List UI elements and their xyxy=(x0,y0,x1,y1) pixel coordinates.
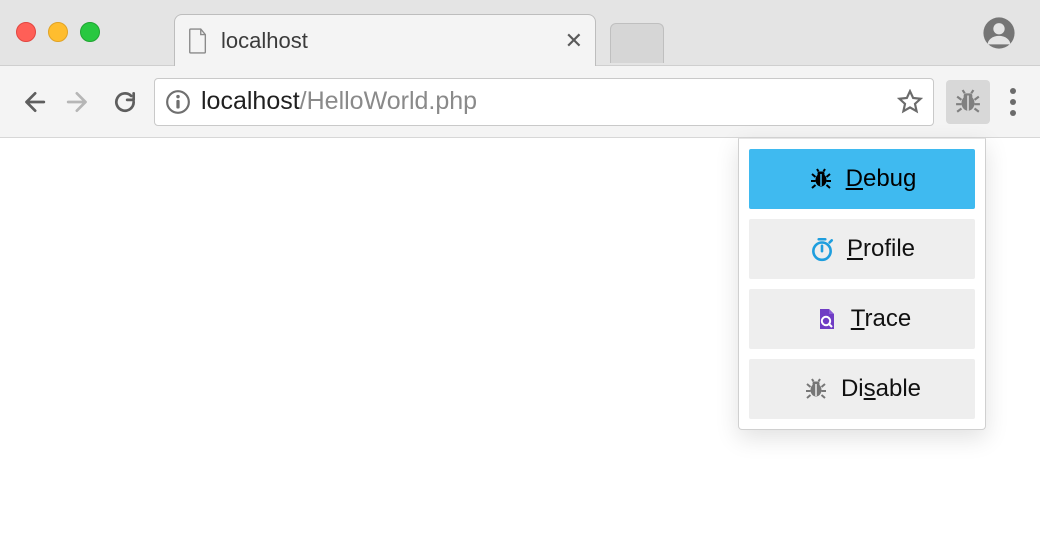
menu-item-label: Trace xyxy=(851,305,911,333)
menu-item-debug[interactable]: Debug xyxy=(749,149,975,209)
reload-button[interactable] xyxy=(108,85,142,119)
profile-icon[interactable] xyxy=(982,16,1016,50)
forward-button[interactable] xyxy=(62,85,96,119)
url-path: /HelloWorld.php xyxy=(300,87,477,116)
menu-item-label: Profile xyxy=(847,235,915,263)
menu-item-trace[interactable]: Trace xyxy=(749,289,975,349)
close-tab-button[interactable]: ✕ xyxy=(565,28,583,54)
browser-tab[interactable]: localhost ✕ xyxy=(174,14,596,66)
bug-disabled-icon xyxy=(803,376,829,402)
bug-icon xyxy=(955,89,981,115)
clock-icon xyxy=(809,236,835,262)
window-titlebar: localhost ✕ xyxy=(0,0,1040,66)
url-host: localhost xyxy=(201,87,300,116)
minimize-window-button[interactable] xyxy=(48,22,68,42)
address-bar[interactable]: localhost/HelloWorld.php xyxy=(154,78,934,126)
page-content: Debug Profile xyxy=(0,138,1040,546)
menu-item-profile[interactable]: Profile xyxy=(749,219,975,279)
browser-toolbar: localhost/HelloWorld.php xyxy=(0,66,1040,138)
bookmark-icon[interactable] xyxy=(897,89,923,115)
close-window-button[interactable] xyxy=(16,22,36,42)
xdebug-extension-button[interactable] xyxy=(946,80,990,124)
page-icon xyxy=(187,28,209,54)
back-button[interactable] xyxy=(16,85,50,119)
new-tab-button[interactable] xyxy=(610,23,664,63)
trace-icon xyxy=(813,306,839,332)
maximize-window-button[interactable] xyxy=(80,22,100,42)
tab-title: localhost xyxy=(221,28,308,54)
bug-icon xyxy=(808,166,834,192)
window-controls xyxy=(16,22,100,42)
xdebug-menu: Debug Profile xyxy=(738,138,986,430)
menu-item-disable[interactable]: Disable xyxy=(749,359,975,419)
site-info-icon[interactable] xyxy=(165,89,191,115)
menu-item-label: Debug xyxy=(846,165,917,193)
browser-menu-button[interactable] xyxy=(1002,88,1024,116)
menu-item-label: Disable xyxy=(841,375,921,403)
